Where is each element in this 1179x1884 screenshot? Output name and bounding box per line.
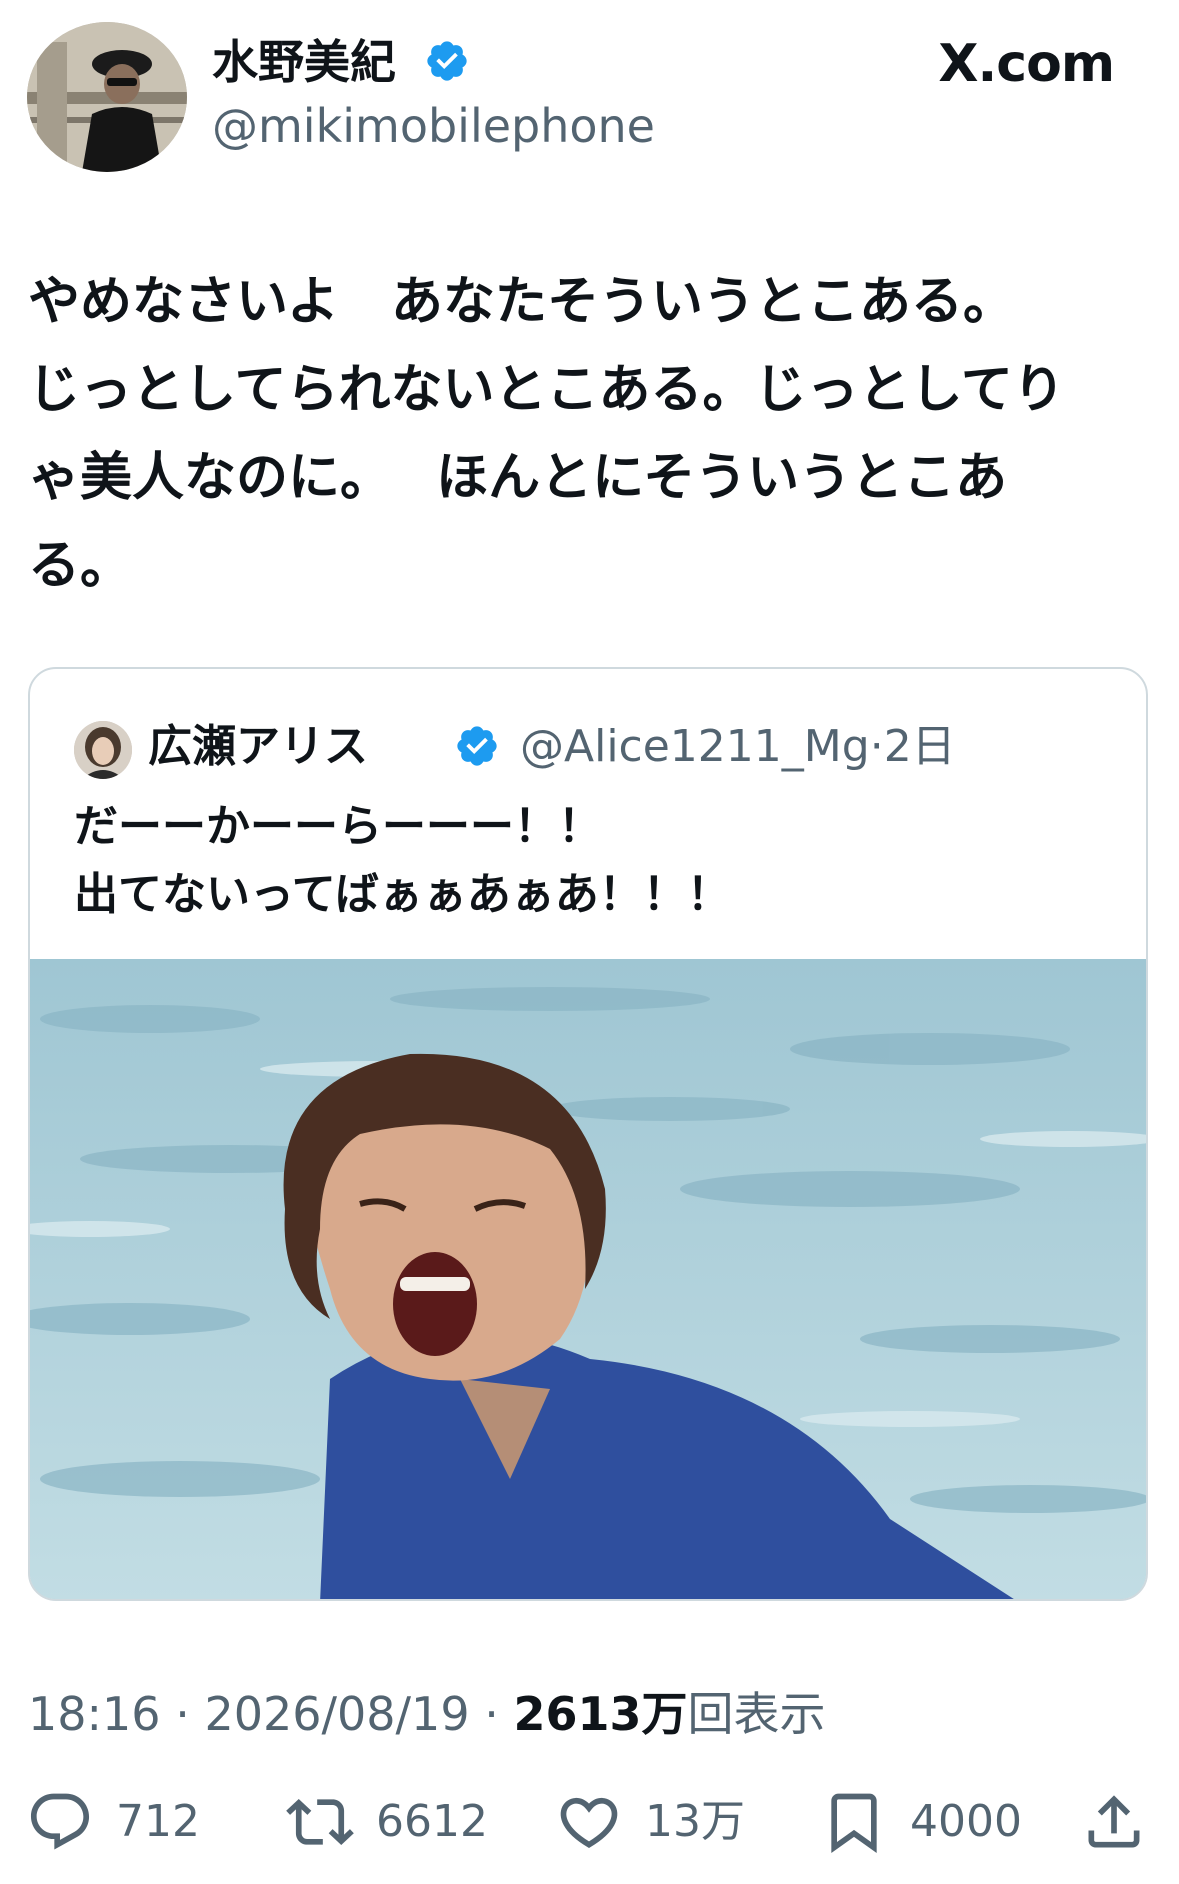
author-avatar-image xyxy=(27,22,187,172)
bookmark-icon xyxy=(831,1793,877,1853)
quoted-author-display-name[interactable]: 広瀬アリス xyxy=(148,715,368,779)
reply-icon xyxy=(30,1793,90,1850)
quoted-tweet-card[interactable]: 広瀬アリス @Alice1211_Mg·2日 だーーかーーらーーー！！ 出てない… xyxy=(28,667,1148,1601)
like-button[interactable]: 13万 xyxy=(555,1782,745,1862)
quoted-tweet-text: だーーかーーらーーー！！ 出てないってばぁぁあぁあ！！！ xyxy=(74,801,731,920)
quoted-tweet-meta: @Alice1211_Mg·2日 xyxy=(520,715,956,779)
retweet-icon xyxy=(286,1798,354,1846)
views-label: 回表示 xyxy=(687,1687,826,1741)
reply-count: 712 xyxy=(116,1796,200,1847)
quoted-author-handle[interactable]: @Alice1211_Mg xyxy=(520,721,870,772)
quoted-author-avatar-image xyxy=(74,721,132,779)
reply-button[interactable]: 712 xyxy=(26,1782,200,1862)
meta-separator: · xyxy=(484,1687,499,1741)
quoted-tweet-time[interactable]: 2日 xyxy=(884,721,956,772)
meta-separator: · xyxy=(175,1687,190,1741)
quoted-tweet-header: 広瀬アリス @Alice1211_Mg·2日 xyxy=(74,715,1134,779)
like-count: 13万 xyxy=(645,1796,745,1847)
retweet-button[interactable]: 6612 xyxy=(286,1782,488,1862)
tweet-time[interactable]: 18:16 xyxy=(28,1687,161,1741)
author-handle[interactable]: @mikimobilephone xyxy=(212,98,655,154)
retweet-count: 6612 xyxy=(376,1796,488,1847)
bookmark-count: 4000 xyxy=(910,1796,1022,1847)
quoted-tweet-photo[interactable] xyxy=(30,959,1146,1599)
tweet-meta-line: 18:16 · 2026/08/19 · 2613万回表示 xyxy=(28,1684,826,1744)
views-count[interactable]: 2613万 xyxy=(513,1687,687,1741)
bookmark-button[interactable]: 4000 xyxy=(820,1782,1022,1862)
verified-badge-icon[interactable] xyxy=(424,38,470,84)
tweet-actions-bar: 712 6612 13万 4000 xyxy=(0,1782,1179,1862)
author-display-name[interactable]: 水野美紀 xyxy=(212,34,396,90)
author-avatar[interactable] xyxy=(27,22,187,172)
quoted-author-avatar[interactable] xyxy=(74,721,132,779)
tweet-date[interactable]: 2026/08/19 xyxy=(204,1687,469,1741)
share-button[interactable] xyxy=(1080,1782,1148,1862)
site-label: X.com xyxy=(938,34,1115,94)
heart-icon xyxy=(560,1797,618,1848)
quoted-tweet-photo-image xyxy=(30,959,1146,1599)
share-icon xyxy=(1088,1795,1140,1848)
tweet-text: やめなさいよ あなたそういうとこある。 じっとしてられないとこある。じっとしてり… xyxy=(28,272,1065,596)
quoted-meta-separator: · xyxy=(869,721,884,772)
tweet-header: 水野美紀 @mikimobilephone X.com xyxy=(0,0,1179,190)
quoted-verified-badge-icon[interactable] xyxy=(454,723,500,769)
